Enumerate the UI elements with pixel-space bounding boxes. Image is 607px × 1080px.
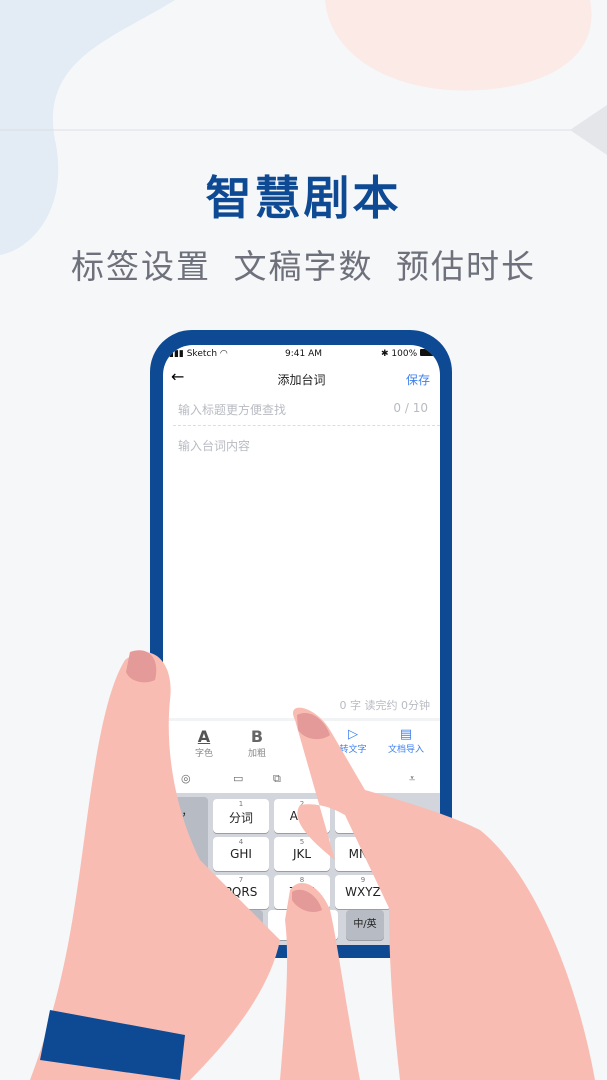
hands-illustration [30,650,595,1080]
divider [173,425,440,426]
nav-title: 添加台词 [277,373,326,387]
hero-title: 智慧剧本 [205,171,402,225]
save-button[interactable]: 保存 [406,371,430,388]
title-count: 0 / 10 [393,401,428,415]
wifi-icon: ◠ [219,349,228,359]
battery-status: ✱ 100% [381,349,439,359]
status-time: 9:41 AM [285,349,322,359]
signal-carrier: ▮▮▮ Sketch ◠ [169,349,228,359]
hero-subtitle: 标签设置 文稿字数 预估时长 [71,247,536,286]
title-input[interactable]: 输入标题更方便查找 0 / 10 [178,401,428,425]
bluetooth-icon: ✱ [381,349,389,359]
battery-icon [420,349,439,356]
